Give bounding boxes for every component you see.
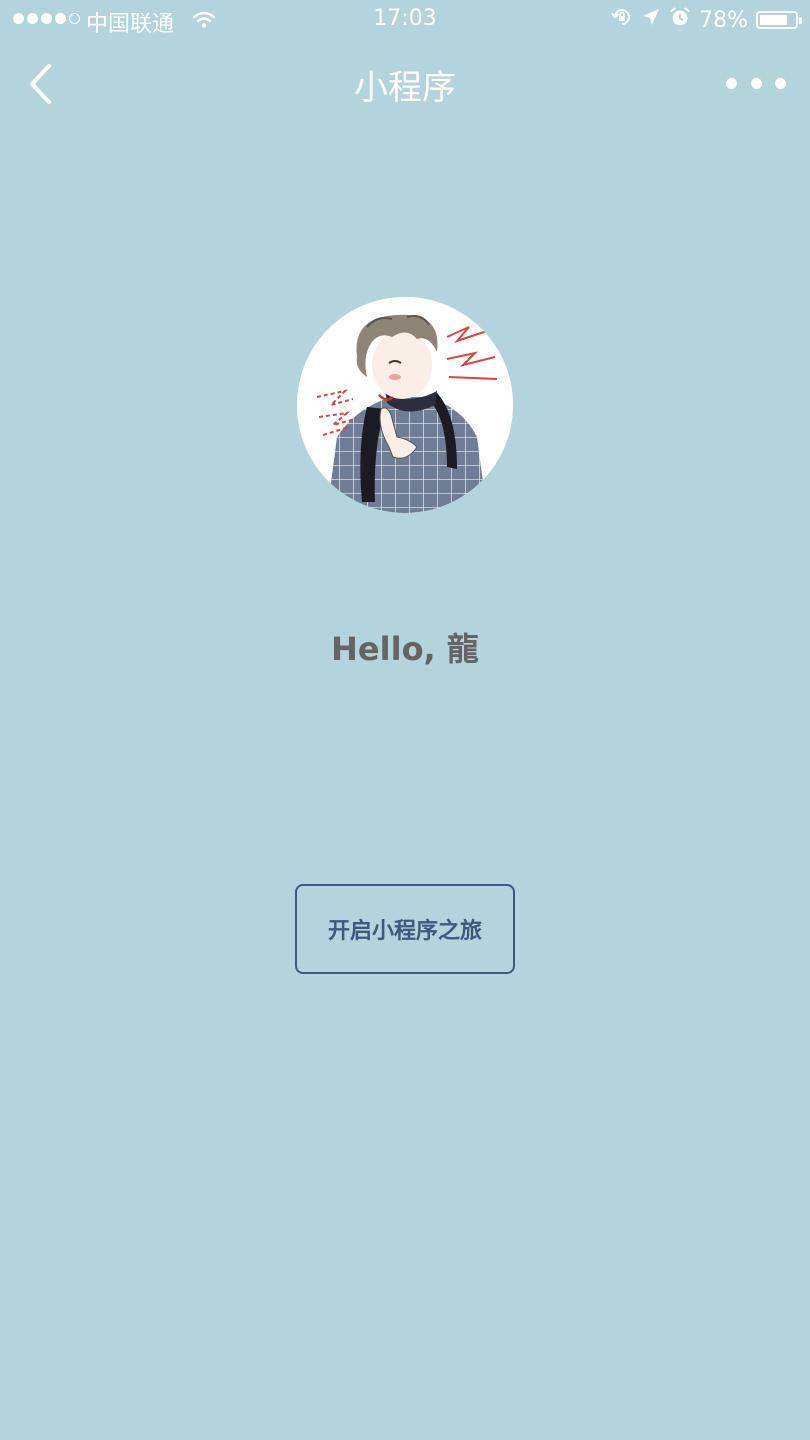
alarm-icon	[669, 6, 691, 34]
more-dots-icon	[750, 77, 762, 89]
page-title: 小程序	[354, 68, 456, 108]
orientation-lock-icon	[611, 6, 633, 34]
battery-fill	[760, 15, 787, 25]
battery-percent: 78%	[699, 7, 748, 33]
avatar	[297, 297, 513, 513]
navigation-bar: 小程序	[0, 40, 810, 128]
more-button[interactable]	[726, 68, 786, 98]
more-dots-icon	[726, 77, 737, 89]
status-bar: 中国联通 17:03 78%	[0, 0, 810, 40]
location-arrow-icon	[641, 7, 661, 33]
start-journey-button[interactable]: 开启小程序之旅	[295, 884, 515, 974]
battery-nub	[799, 17, 802, 24]
avatar-illustration	[297, 297, 513, 513]
greeting-text: Hello, 龍	[331, 630, 479, 668]
status-right-group: 78%	[611, 6, 802, 34]
app-screen: 中国联通 17:03 78% 小程序 Hello, 龍 开启小程序之旅	[0, 0, 810, 1440]
battery-icon	[756, 11, 802, 29]
more-dots-icon	[775, 77, 786, 89]
